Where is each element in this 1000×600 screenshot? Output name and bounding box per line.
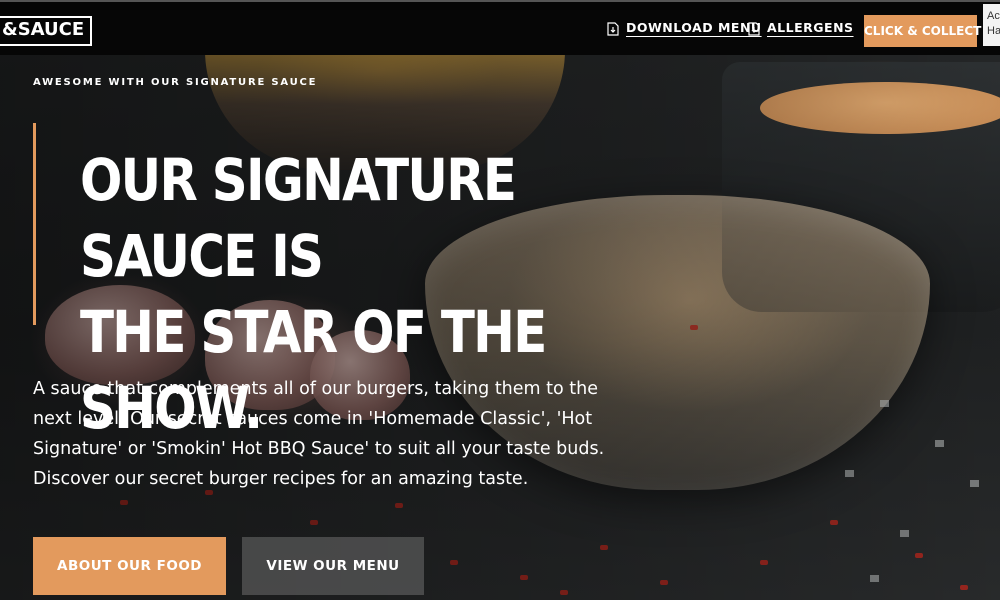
hero-description: A sauce that complements all of our burg… xyxy=(33,379,605,489)
download-icon xyxy=(607,22,619,36)
brand-logo[interactable]: &SAUCE xyxy=(0,16,93,46)
headline-line-1: OUR SIGNATURE SAUCE IS xyxy=(80,146,517,290)
click-and-collect-button[interactable]: CLICK & COLLECT xyxy=(864,15,981,47)
accessibility-widget-tab[interactable]: Ac Ha xyxy=(983,4,1000,46)
nav-allergens[interactable]: ALLERGENS xyxy=(767,20,854,35)
page: &SAUCE DOWNLOAD MENU ALLERGENS CLICK & C… xyxy=(0,0,1000,600)
hero-eyebrow: AWESOME WITH OUR SIGNATURE SAUCE xyxy=(33,77,318,88)
about-our-food-button[interactable]: ABOUT OUR FOOD xyxy=(33,537,226,595)
site-header: &SAUCE DOWNLOAD MENU ALLERGENS CLICK & C… xyxy=(0,0,1000,55)
download-icon xyxy=(748,22,760,36)
view-our-menu-button[interactable]: VIEW OUR MENU xyxy=(242,537,424,595)
nav-download-menu[interactable]: DOWNLOAD MENU xyxy=(626,20,762,35)
accent-bar xyxy=(33,123,36,325)
